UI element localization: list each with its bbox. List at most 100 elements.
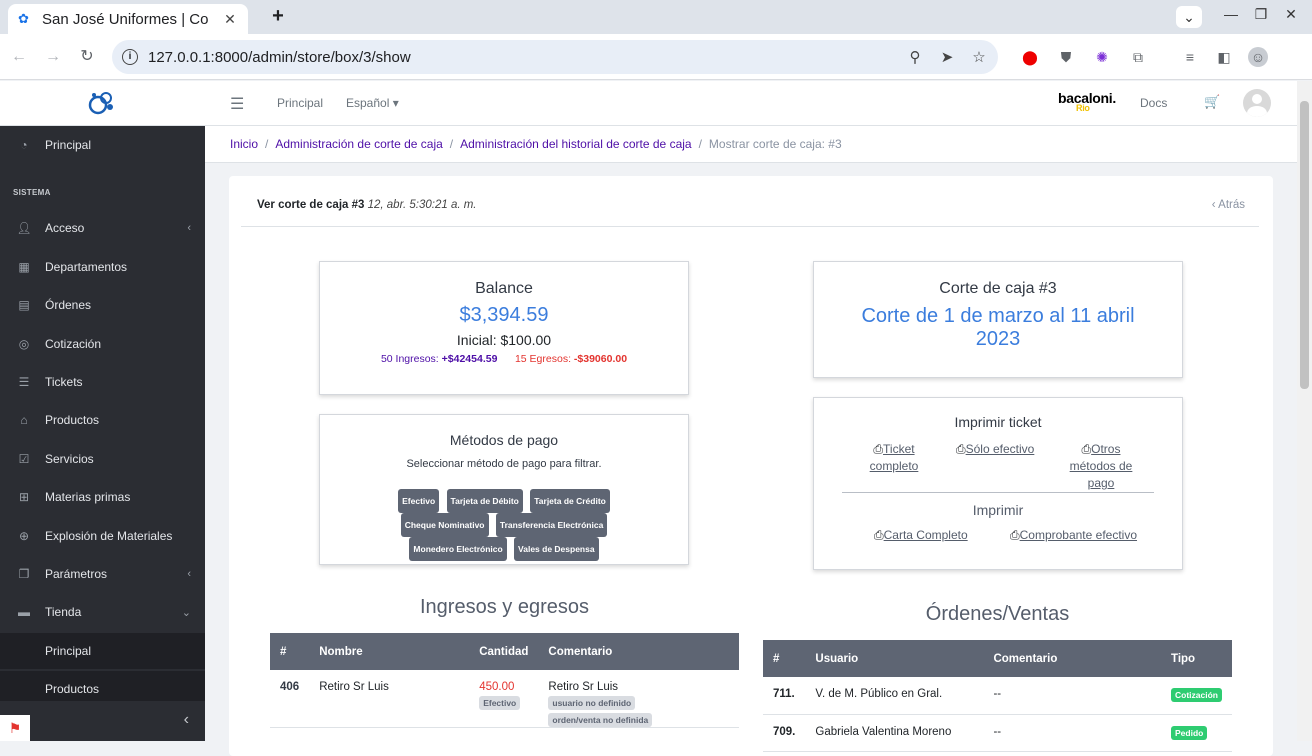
badge-tarjeta-credito[interactable]: Tarjeta de Crédito (530, 489, 610, 513)
checklist-icon: ☑ (18, 452, 30, 466)
balance-initial: Inicial: $100.00 (456, 332, 552, 348)
bacaloni-logo[interactable]: bacaloni. Rio (1058, 90, 1116, 113)
site-favicon-icon: ✿ (18, 11, 29, 26)
puzzle-extensions-icon[interactable]: ⧉ (1128, 47, 1148, 67)
table-row[interactable]: 711. V. de M. Público en Gral. -- Cotiza… (763, 677, 1232, 715)
user-badge: usuario no definido (548, 696, 636, 710)
browser-tab-bar: ✿ San José Uniformes | Co ✕ + ⌄ — ❐ ✕ (0, 0, 1312, 34)
send-icon[interactable]: ➤ (938, 48, 956, 66)
store-icon: ▬ (18, 605, 30, 619)
media-icon[interactable]: ≡ (1180, 47, 1200, 67)
corte-box: Corte de caja #3 Corte de 1 de marzo al … (813, 261, 1183, 378)
sidebar-item-explosion[interactable]: ⊕ Explosión de Materiales (0, 518, 205, 554)
solo-efectivo-link[interactable]: ⎙Sólo efectivo (956, 441, 1034, 458)
back-link[interactable]: ‹ Atrás (1212, 199, 1245, 211)
table-row[interactable]: 709. Gabriela Valentina Moreno -- Pedido (763, 714, 1232, 752)
otros-metodos-link[interactable]: ⎙Otros métodos de pago (1066, 441, 1136, 492)
metodo-badge: Efectivo (479, 696, 521, 710)
badge-tarjeta-debito[interactable]: Tarjeta de Débito (446, 489, 523, 513)
bookmark-star-icon[interactable]: ☆ (970, 48, 988, 66)
brand-logo[interactable] (86, 89, 116, 117)
page-scrollbar[interactable] (1297, 81, 1312, 741)
sidebar-item-servicios[interactable]: ☑ Servicios (0, 441, 205, 477)
sidebar-item-tienda[interactable]: ▬ Tienda ⌄ (0, 594, 205, 630)
badge-vales[interactable]: Vales de Despensa (514, 537, 599, 561)
printer-icon: ⎙ (956, 442, 966, 456)
ticket-completo-link[interactable]: ⎙Ticket completo (868, 441, 920, 475)
nav-principal[interactable]: Principal (277, 96, 323, 110)
sidebar-item-tickets[interactable]: ☰ Tickets (0, 364, 205, 400)
url-text: 127.0.0.1:8000/admin/store/box/3/show (148, 48, 411, 66)
breadcrumb: Inicio / Administración de corte de caja… (205, 126, 1297, 163)
order-badge: orden/venta no definida (548, 713, 653, 727)
breadcrumb-historial[interactable]: Administración del historial de corte de… (460, 137, 691, 151)
user-icon: 👤︎ (16, 221, 32, 235)
nav-language[interactable]: Español ▾ (346, 96, 399, 110)
payment-methods-title: Métodos de pago (449, 432, 559, 448)
site-info-icon[interactable]: i (122, 49, 138, 65)
browser-tab[interactable]: ✿ San José Uniformes | Co ✕ (8, 4, 248, 34)
badge-cheque[interactable]: Cheque Nominativo (400, 513, 489, 537)
sidebar-footer: ‹ (0, 701, 205, 741)
cart-icon[interactable]: 🛒 (1204, 94, 1220, 110)
forward-icon[interactable]: → (42, 46, 64, 68)
balance-title: Balance (475, 280, 533, 297)
payment-methods-subtitle: Seleccionar método de pago para filtrar. (406, 458, 602, 470)
sidebar-item-productos[interactable]: ⌂ Productos (0, 402, 205, 438)
new-tab-button[interactable]: + (264, 5, 292, 29)
opera-extension-icon[interactable]: ⬤ (1020, 47, 1040, 67)
zoom-icon[interactable]: ⚲ (906, 48, 924, 66)
app-header: ☰ Principal Español ▾ bacaloni. Rio Docs … (0, 81, 1297, 126)
sidebar-item-ordenes[interactable]: ▤ Órdenes (0, 287, 205, 323)
sidebar-subitem-principal[interactable]: Principal (0, 633, 205, 669)
boxes-icon: ⊞ (18, 490, 30, 504)
receipt-icon: ▤ (18, 298, 30, 312)
comprobante-efectivo-link[interactable]: ⎙Comprobante efectivo (1010, 528, 1137, 543)
print-ticket-box: Imprimir ticket ⎙Ticket completo ⎙Sólo e… (813, 397, 1183, 570)
breadcrumb-current: Mostrar corte de caja: #3 (708, 137, 842, 151)
grid-icon: ▦ (18, 260, 30, 274)
balance-box: Balance $3,394.59 Inicial: $100.00 50 In… (319, 261, 689, 395)
table-row: 406 Retiro Sr Luis 450.00 Efectivo Retir… (270, 670, 739, 728)
print-title: Imprimir (972, 502, 1024, 518)
side-panel-icon[interactable]: ◧ (1214, 47, 1234, 67)
sidebar-item-departamentos[interactable]: ▦ Departamentos (0, 249, 205, 285)
payment-badges: Efectivo Tarjeta de Débito Tarjeta de Cr… (320, 489, 688, 561)
sidebar-item-parametros[interactable]: ❐ Parámetros ‹ (0, 556, 205, 592)
main-card: Ver corte de caja #3 12, abr. 5:30:21 a.… (229, 176, 1273, 756)
address-bar[interactable]: i 127.0.0.1:8000/admin/store/box/3/show … (112, 40, 998, 74)
ingresos-title: Ingresos y egresos (420, 596, 589, 618)
tab-title: San José Uniformes | Co (42, 10, 209, 28)
reload-icon[interactable]: ↻ (76, 46, 98, 68)
close-window-icon[interactable]: ✕ (1276, 6, 1306, 28)
close-tab-icon[interactable]: ✕ (222, 11, 238, 28)
hamburger-icon[interactable]: ☰ (230, 94, 244, 114)
laravel-icon: ⚑ (0, 715, 30, 741)
corte-title: Corte de caja #3 (939, 280, 1057, 297)
breadcrumb-corte-caja[interactable]: Administración de corte de caja (275, 137, 442, 151)
printer-icon: ⎙ (1081, 442, 1092, 456)
avatar[interactable] (1243, 89, 1271, 117)
sidebar-item-materias-primas[interactable]: ⊞ Materias primas (0, 479, 205, 515)
card-title: Ver corte de caja #3 12, abr. 5:30:21 a.… (257, 199, 477, 211)
back-icon[interactable]: ← (8, 46, 30, 68)
sidebar-collapse-icon[interactable]: ‹ (184, 711, 189, 729)
shield-extension-icon[interactable]: ⛊ (1056, 47, 1076, 67)
badge-monedero[interactable]: Monedero Electrónico (409, 537, 507, 561)
gear-extension-icon[interactable]: ✺ (1092, 47, 1112, 67)
badge-efectivo[interactable]: Efectivo (398, 489, 440, 513)
sidebar-item-principal[interactable]: ◔ Principal (0, 127, 205, 163)
sidebar-item-acceso[interactable]: 👤︎ Acceso ‹ (0, 210, 205, 246)
restore-icon[interactable]: ❐ (1246, 6, 1276, 28)
profile-icon[interactable]: ☺ (1248, 47, 1268, 67)
carta-completo-link[interactable]: ⎙Carta Completo (874, 528, 968, 543)
docs-link[interactable]: Docs (1140, 96, 1167, 110)
card-header: Ver corte de caja #3 12, abr. 5:30:21 a.… (241, 176, 1259, 227)
tab-search-icon[interactable]: ⌄ (1176, 6, 1202, 28)
scrollbar-thumb[interactable] (1300, 101, 1309, 389)
minimize-icon[interactable]: — (1216, 6, 1246, 28)
breadcrumb-inicio[interactable]: Inicio (230, 137, 258, 151)
badge-transferencia[interactable]: Transferencia Electrónica (495, 513, 608, 537)
sidebar-item-cotizacion[interactable]: ◎ Cotización (0, 326, 205, 362)
sidebar-section-title: SISTEMA (13, 188, 51, 197)
